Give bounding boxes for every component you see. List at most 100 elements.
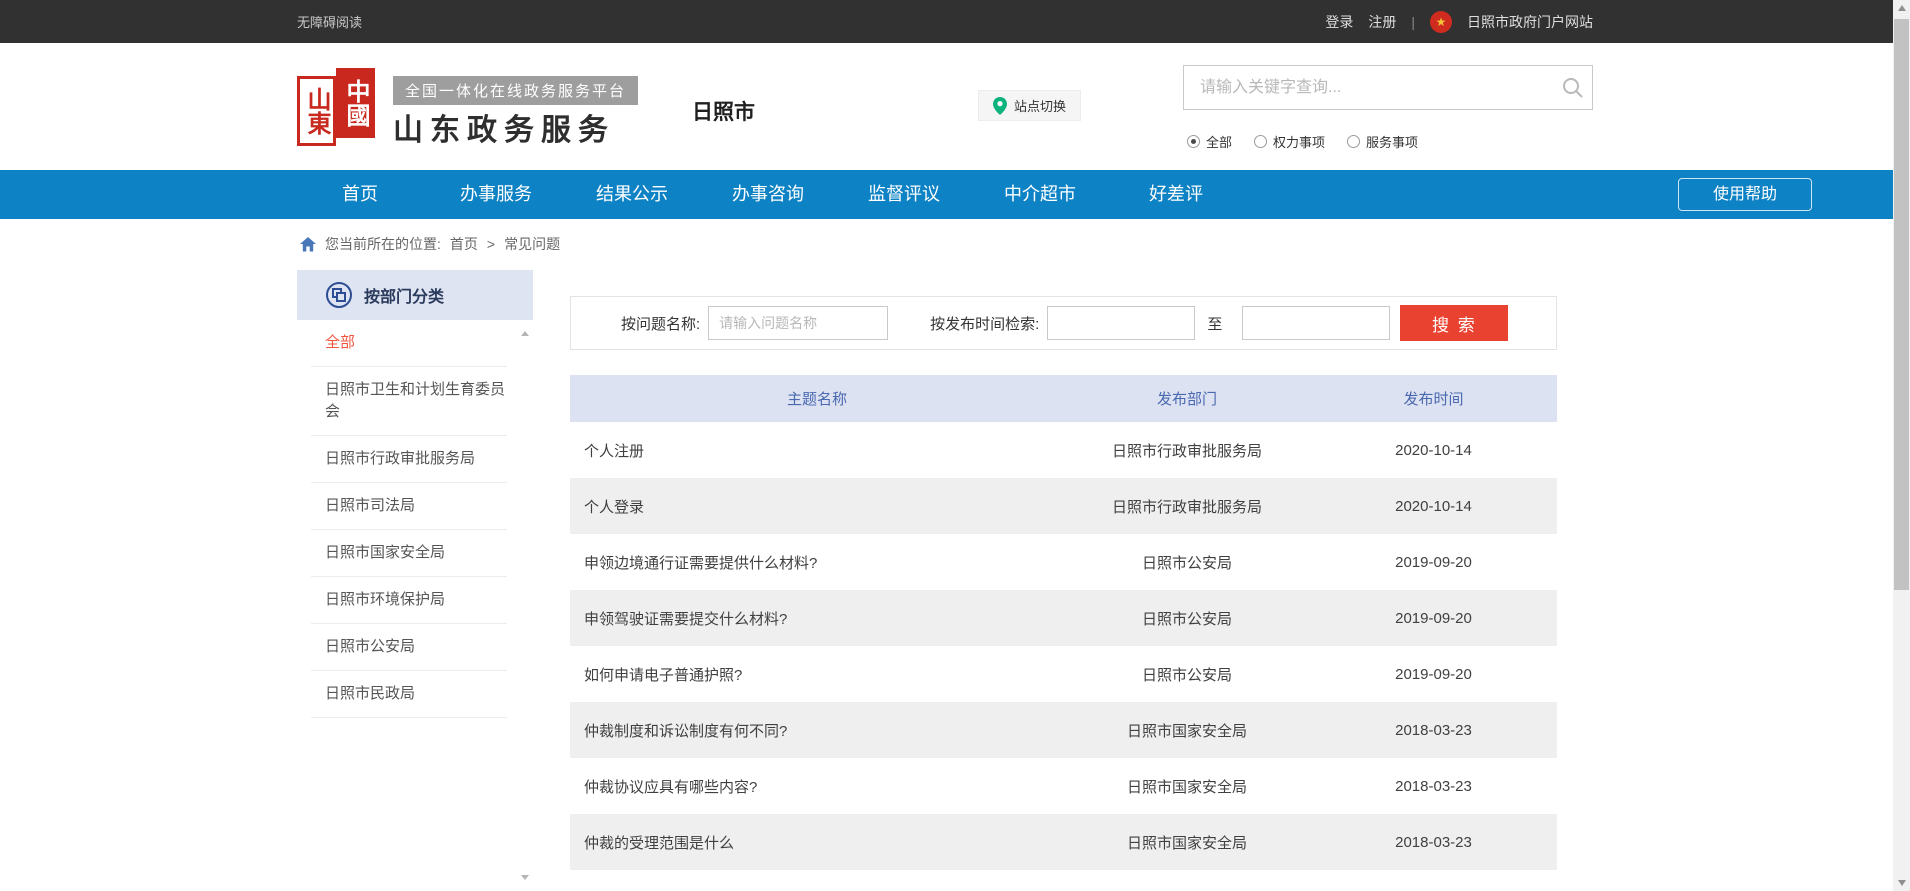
site-header: 山東 中國 全国一体化在线政务服务平台 山东政务服务 日照市 站点切换 全部 权… bbox=[0, 43, 1910, 170]
nav-item[interactable]: 办事咨询 bbox=[708, 170, 828, 219]
table-row[interactable]: 仲裁制度和诉讼制度有何不同? 日照市国家安全局 2018-03-23 bbox=[570, 702, 1557, 758]
department-cell: 日照市公安局 bbox=[1064, 552, 1310, 573]
nav-item[interactable]: 中介超市 bbox=[980, 170, 1100, 219]
department-list-item[interactable]: 日照市卫生和计划生育委员会 bbox=[311, 367, 507, 436]
category-icon bbox=[325, 281, 353, 309]
department-cell: 日照市国家安全局 bbox=[1064, 776, 1310, 797]
breadcrumb-prefix: 您当前所在的位置: bbox=[325, 234, 441, 254]
department-list-item[interactable]: 日照市环境保护局 bbox=[311, 577, 507, 624]
date-cell: 2020-10-14 bbox=[1310, 498, 1557, 515]
sidebar-scroll-down-icon[interactable] bbox=[519, 872, 531, 884]
col-header-date: 发布时间 bbox=[1310, 388, 1557, 409]
nav-item[interactable]: 办事服务 bbox=[436, 170, 556, 219]
department-list-item[interactable]: 日照市司法局 bbox=[311, 483, 507, 530]
date-cell: 2019-09-20 bbox=[1310, 554, 1557, 571]
table-row[interactable]: 个人注册 日照市行政审批服务局 2020-10-14 bbox=[570, 422, 1557, 478]
department-list-item[interactable]: 日照市公安局 bbox=[311, 624, 507, 671]
publish-date-label: 按发布时间检索: bbox=[930, 313, 1039, 334]
home-icon bbox=[300, 237, 316, 252]
search-scope-radio[interactable]: 全部 bbox=[1187, 132, 1232, 151]
seal-left-glyphs: 山東 bbox=[297, 76, 336, 146]
search-scope-radio[interactable]: 服务事项 bbox=[1347, 132, 1418, 151]
register-link[interactable]: 注册 bbox=[1368, 12, 1396, 32]
seal-right-glyphs: 中國 bbox=[336, 68, 375, 138]
breadcrumb-separator: > bbox=[487, 236, 495, 252]
department-cell: 日照市公安局 bbox=[1064, 608, 1310, 629]
question-title-cell: 如何申请电子普通护照? bbox=[570, 664, 1064, 685]
main-content: 按问题名称: 按发布时间检索: 至 搜 索 主题名称 发布部门 发布时间 个人注… bbox=[570, 296, 1557, 870]
department-cell: 日照市行政审批服务局 bbox=[1064, 496, 1310, 517]
question-title-cell: 个人登录 bbox=[570, 496, 1064, 517]
search-button[interactable]: 搜 索 bbox=[1400, 305, 1508, 341]
question-title-cell: 申领边境通行证需要提供什么材料? bbox=[570, 552, 1064, 573]
date-cell: 2019-09-20 bbox=[1310, 666, 1557, 683]
department-sidebar: 按部门分类 全部日照市卫生和计划生育委员会日照市行政审批服务局日照市司法局日照市… bbox=[297, 270, 533, 891]
question-name-label: 按问题名称: bbox=[621, 313, 700, 334]
department-cell: 日照市国家安全局 bbox=[1064, 720, 1310, 741]
main-navigation: 首页办事服务结果公示办事咨询监督评议中介超市好差评 使用帮助 bbox=[0, 170, 1910, 219]
radio-label: 权力事项 bbox=[1273, 132, 1325, 151]
table-row[interactable]: 个人登录 日照市行政审批服务局 2020-10-14 bbox=[570, 478, 1557, 534]
radio-circle-icon bbox=[1187, 135, 1200, 148]
date-cell: 2018-03-23 bbox=[1310, 778, 1557, 795]
radio-label: 全部 bbox=[1206, 132, 1232, 151]
scrollbar-down-icon[interactable] bbox=[1893, 875, 1910, 890]
site-switch-label: 站点切换 bbox=[1014, 96, 1066, 115]
national-emblem-icon: ★ bbox=[1430, 11, 1452, 33]
city-name: 日照市 bbox=[692, 96, 755, 126]
sidebar-title: 按部门分类 bbox=[364, 283, 444, 307]
page-scrollbar[interactable] bbox=[1893, 0, 1910, 891]
date-to-label: 至 bbox=[1207, 313, 1222, 334]
nav-item[interactable]: 好差评 bbox=[1116, 170, 1236, 219]
search-icon[interactable] bbox=[1562, 77, 1584, 99]
login-link[interactable]: 登录 bbox=[1325, 12, 1353, 32]
nav-item[interactable]: 监督评议 bbox=[844, 170, 964, 219]
shandong-seal-logo[interactable]: 山東 中國 bbox=[297, 68, 375, 146]
department-list-item[interactable]: 全部 bbox=[311, 320, 507, 367]
radio-label: 服务事项 bbox=[1366, 132, 1418, 151]
department-list: 全部日照市卫生和计划生育委员会日照市行政审批服务局日照市司法局日照市国家安全局日… bbox=[297, 320, 533, 718]
scrollbar-thumb[interactable] bbox=[1894, 19, 1909, 590]
date-cell: 2020-10-14 bbox=[1310, 442, 1557, 459]
scrollbar-up-icon[interactable] bbox=[1893, 1, 1910, 16]
question-title-cell: 申领驾驶证需要提交什么材料? bbox=[570, 608, 1064, 629]
platform-badge: 全国一体化在线政务服务平台 bbox=[393, 76, 638, 105]
table-row[interactable]: 仲裁协议应具有哪些内容? 日照市国家安全局 2018-03-23 bbox=[570, 758, 1557, 814]
question-title-cell: 个人注册 bbox=[570, 440, 1064, 461]
date-to-input[interactable] bbox=[1242, 306, 1390, 340]
search-scope-radio[interactable]: 权力事项 bbox=[1254, 132, 1325, 151]
department-cell: 日照市国家安全局 bbox=[1064, 832, 1310, 853]
sidebar-scroll-up-icon[interactable] bbox=[519, 328, 531, 340]
search-scope-radios: 全部 权力事项 服务事项 bbox=[1187, 132, 1418, 151]
site-switch-button[interactable]: 站点切换 bbox=[978, 90, 1081, 121]
date-cell: 2018-03-23 bbox=[1310, 834, 1557, 851]
breadcrumb-home-link[interactable]: 首页 bbox=[450, 234, 478, 254]
government-portal-link[interactable]: 日照市政府门户网站 bbox=[1467, 12, 1593, 32]
question-name-input[interactable] bbox=[708, 306, 888, 340]
col-header-department: 发布部门 bbox=[1064, 388, 1310, 409]
table-row[interactable]: 如何申请电子普通护照? 日照市公安局 2019-09-20 bbox=[570, 646, 1557, 702]
date-cell: 2019-09-20 bbox=[1310, 610, 1557, 627]
department-list-item[interactable]: 日照市行政审批服务局 bbox=[311, 436, 507, 483]
table-row[interactable]: 申领驾驶证需要提交什么材料? 日照市公安局 2019-09-20 bbox=[570, 590, 1557, 646]
col-header-topic: 主题名称 bbox=[570, 388, 1064, 409]
keyword-search-input[interactable] bbox=[1184, 66, 1592, 109]
breadcrumb-current: 常见问题 bbox=[504, 234, 560, 254]
question-title-cell: 仲裁的受理范围是什么 bbox=[570, 832, 1064, 853]
radio-circle-icon bbox=[1254, 135, 1267, 148]
nav-item[interactable]: 首页 bbox=[300, 170, 420, 219]
sidebar-header: 按部门分类 bbox=[297, 270, 533, 320]
table-row[interactable]: 申领边境通行证需要提供什么材料? 日照市公安局 2019-09-20 bbox=[570, 534, 1557, 590]
department-list-item[interactable]: 日照市民政局 bbox=[311, 671, 507, 718]
accessibility-link[interactable]: 无障碍阅读 bbox=[297, 12, 362, 31]
help-button[interactable]: 使用帮助 bbox=[1678, 178, 1812, 211]
nav-item[interactable]: 结果公示 bbox=[572, 170, 692, 219]
keyword-search-box bbox=[1183, 65, 1593, 110]
table-row[interactable]: 仲裁的受理范围是什么 日照市国家安全局 2018-03-23 bbox=[570, 814, 1557, 870]
question-title-cell: 仲裁协议应具有哪些内容? bbox=[570, 776, 1064, 797]
date-from-input[interactable] bbox=[1047, 306, 1195, 340]
department-list-item[interactable]: 日照市国家安全局 bbox=[311, 530, 507, 577]
brand-title: 山东政务服务 bbox=[393, 105, 615, 149]
department-cell: 日照市公安局 bbox=[1064, 664, 1310, 685]
question-title-cell: 仲裁制度和诉讼制度有何不同? bbox=[570, 720, 1064, 741]
